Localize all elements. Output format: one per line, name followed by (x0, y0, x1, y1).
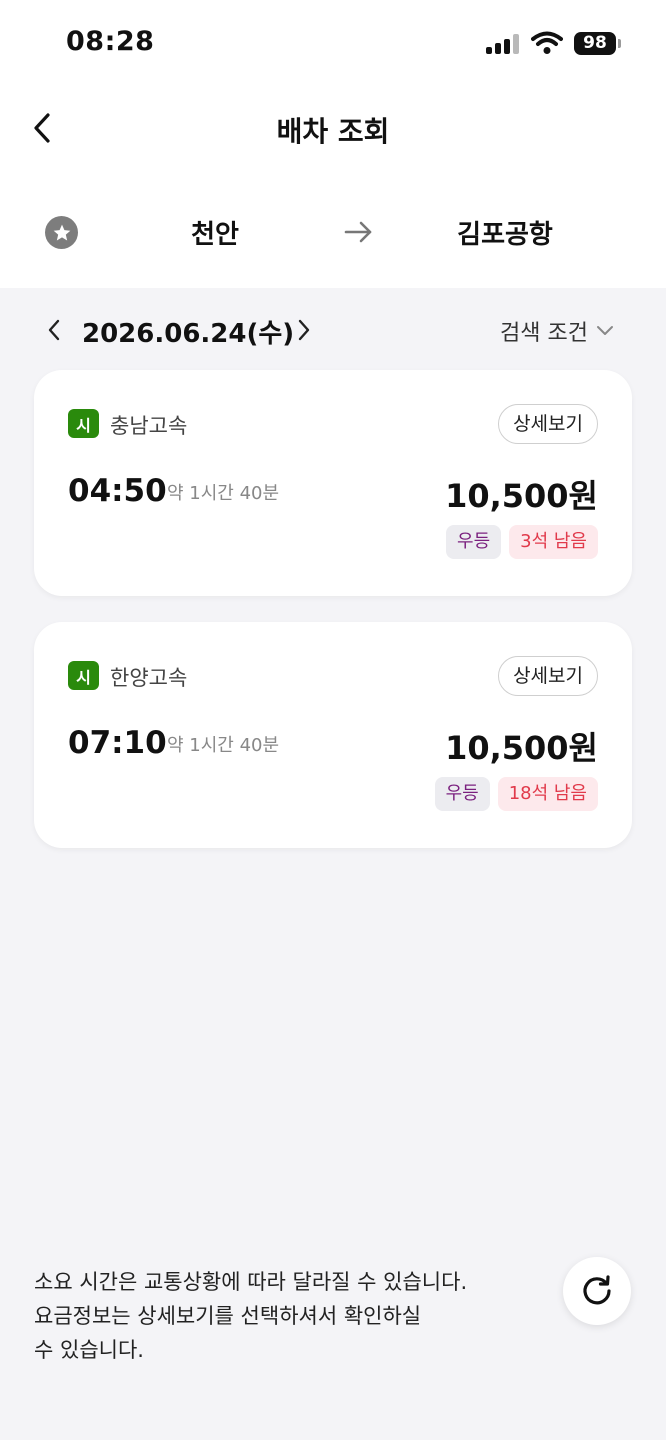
signal-icon (486, 34, 520, 54)
wifi-icon (531, 31, 563, 54)
travel-duration: 약 1시간 40분 (167, 735, 280, 756)
departure-time: 04:50 (68, 473, 167, 509)
next-date-button[interactable] (290, 314, 318, 346)
notice-line: 소요 시간은 교통상황에 따라 달라질 수 있습니다. (34, 1270, 468, 1294)
footer-notice: 소요 시간은 교통상황에 따라 달라질 수 있습니다. 요금정보는 상세보기를 … (34, 1265, 534, 1367)
refresh-icon (583, 1275, 611, 1305)
search-filter-label: 검색 조건 (500, 321, 588, 346)
battery-icon: 98 (574, 32, 616, 55)
bus-card[interactable]: 시 한양고속 상세보기 07:10 약 1시간 40분 10,500원 우등 1… (34, 622, 632, 848)
star-icon (53, 224, 70, 240)
travel-duration: 약 1시간 40분 (167, 483, 280, 504)
grade-tag: 우등 (446, 525, 502, 559)
notice-line: 수 있습니다. (34, 1338, 144, 1362)
origin-terminal[interactable]: 천안 (140, 214, 290, 251)
battery-tip (618, 39, 621, 48)
bus-tags: 우등 18석 남음 (434, 777, 598, 811)
bus-type-badge: 시 (68, 409, 99, 438)
bus-card[interactable]: 시 충남고속 상세보기 04:50 약 1시간 40분 10,500원 우등 3… (34, 370, 632, 596)
notice-line: 요금정보는 상세보기를 선택하셔서 확인하실 (34, 1304, 422, 1328)
seats-remaining-tag: 3석 남음 (509, 525, 598, 559)
prev-date-button[interactable] (40, 314, 68, 346)
page-title: 배차 조회 (276, 115, 390, 148)
status-time: 08:28 (66, 26, 155, 57)
destination-terminal[interactable]: 김포공항 (410, 214, 600, 251)
chevron-down-icon (596, 326, 613, 335)
bus-company: 충남고속 (110, 414, 188, 438)
bus-type-badge: 시 (68, 661, 99, 690)
chevron-right-icon (298, 319, 310, 341)
chevron-left-icon (48, 319, 60, 341)
fare-price: 10,500원 (445, 729, 598, 767)
fare-price: 10,500원 (445, 477, 598, 515)
arrow-right-icon (344, 221, 372, 243)
seats-remaining-tag: 18석 남음 (497, 777, 598, 811)
search-filter-button[interactable]: 검색 조건 (500, 314, 614, 348)
grade-tag: 우등 (434, 777, 490, 811)
departure-time: 07:10 (68, 725, 167, 761)
bus-company: 한양고속 (110, 666, 188, 690)
detail-button[interactable]: 상세보기 (498, 404, 598, 444)
selected-date: 2026.06.24(수) (82, 319, 295, 349)
favorite-button[interactable] (45, 216, 78, 249)
detail-button[interactable]: 상세보기 (498, 656, 598, 696)
refresh-button[interactable] (563, 1257, 631, 1325)
bus-tags: 우등 3석 남음 (446, 525, 598, 559)
